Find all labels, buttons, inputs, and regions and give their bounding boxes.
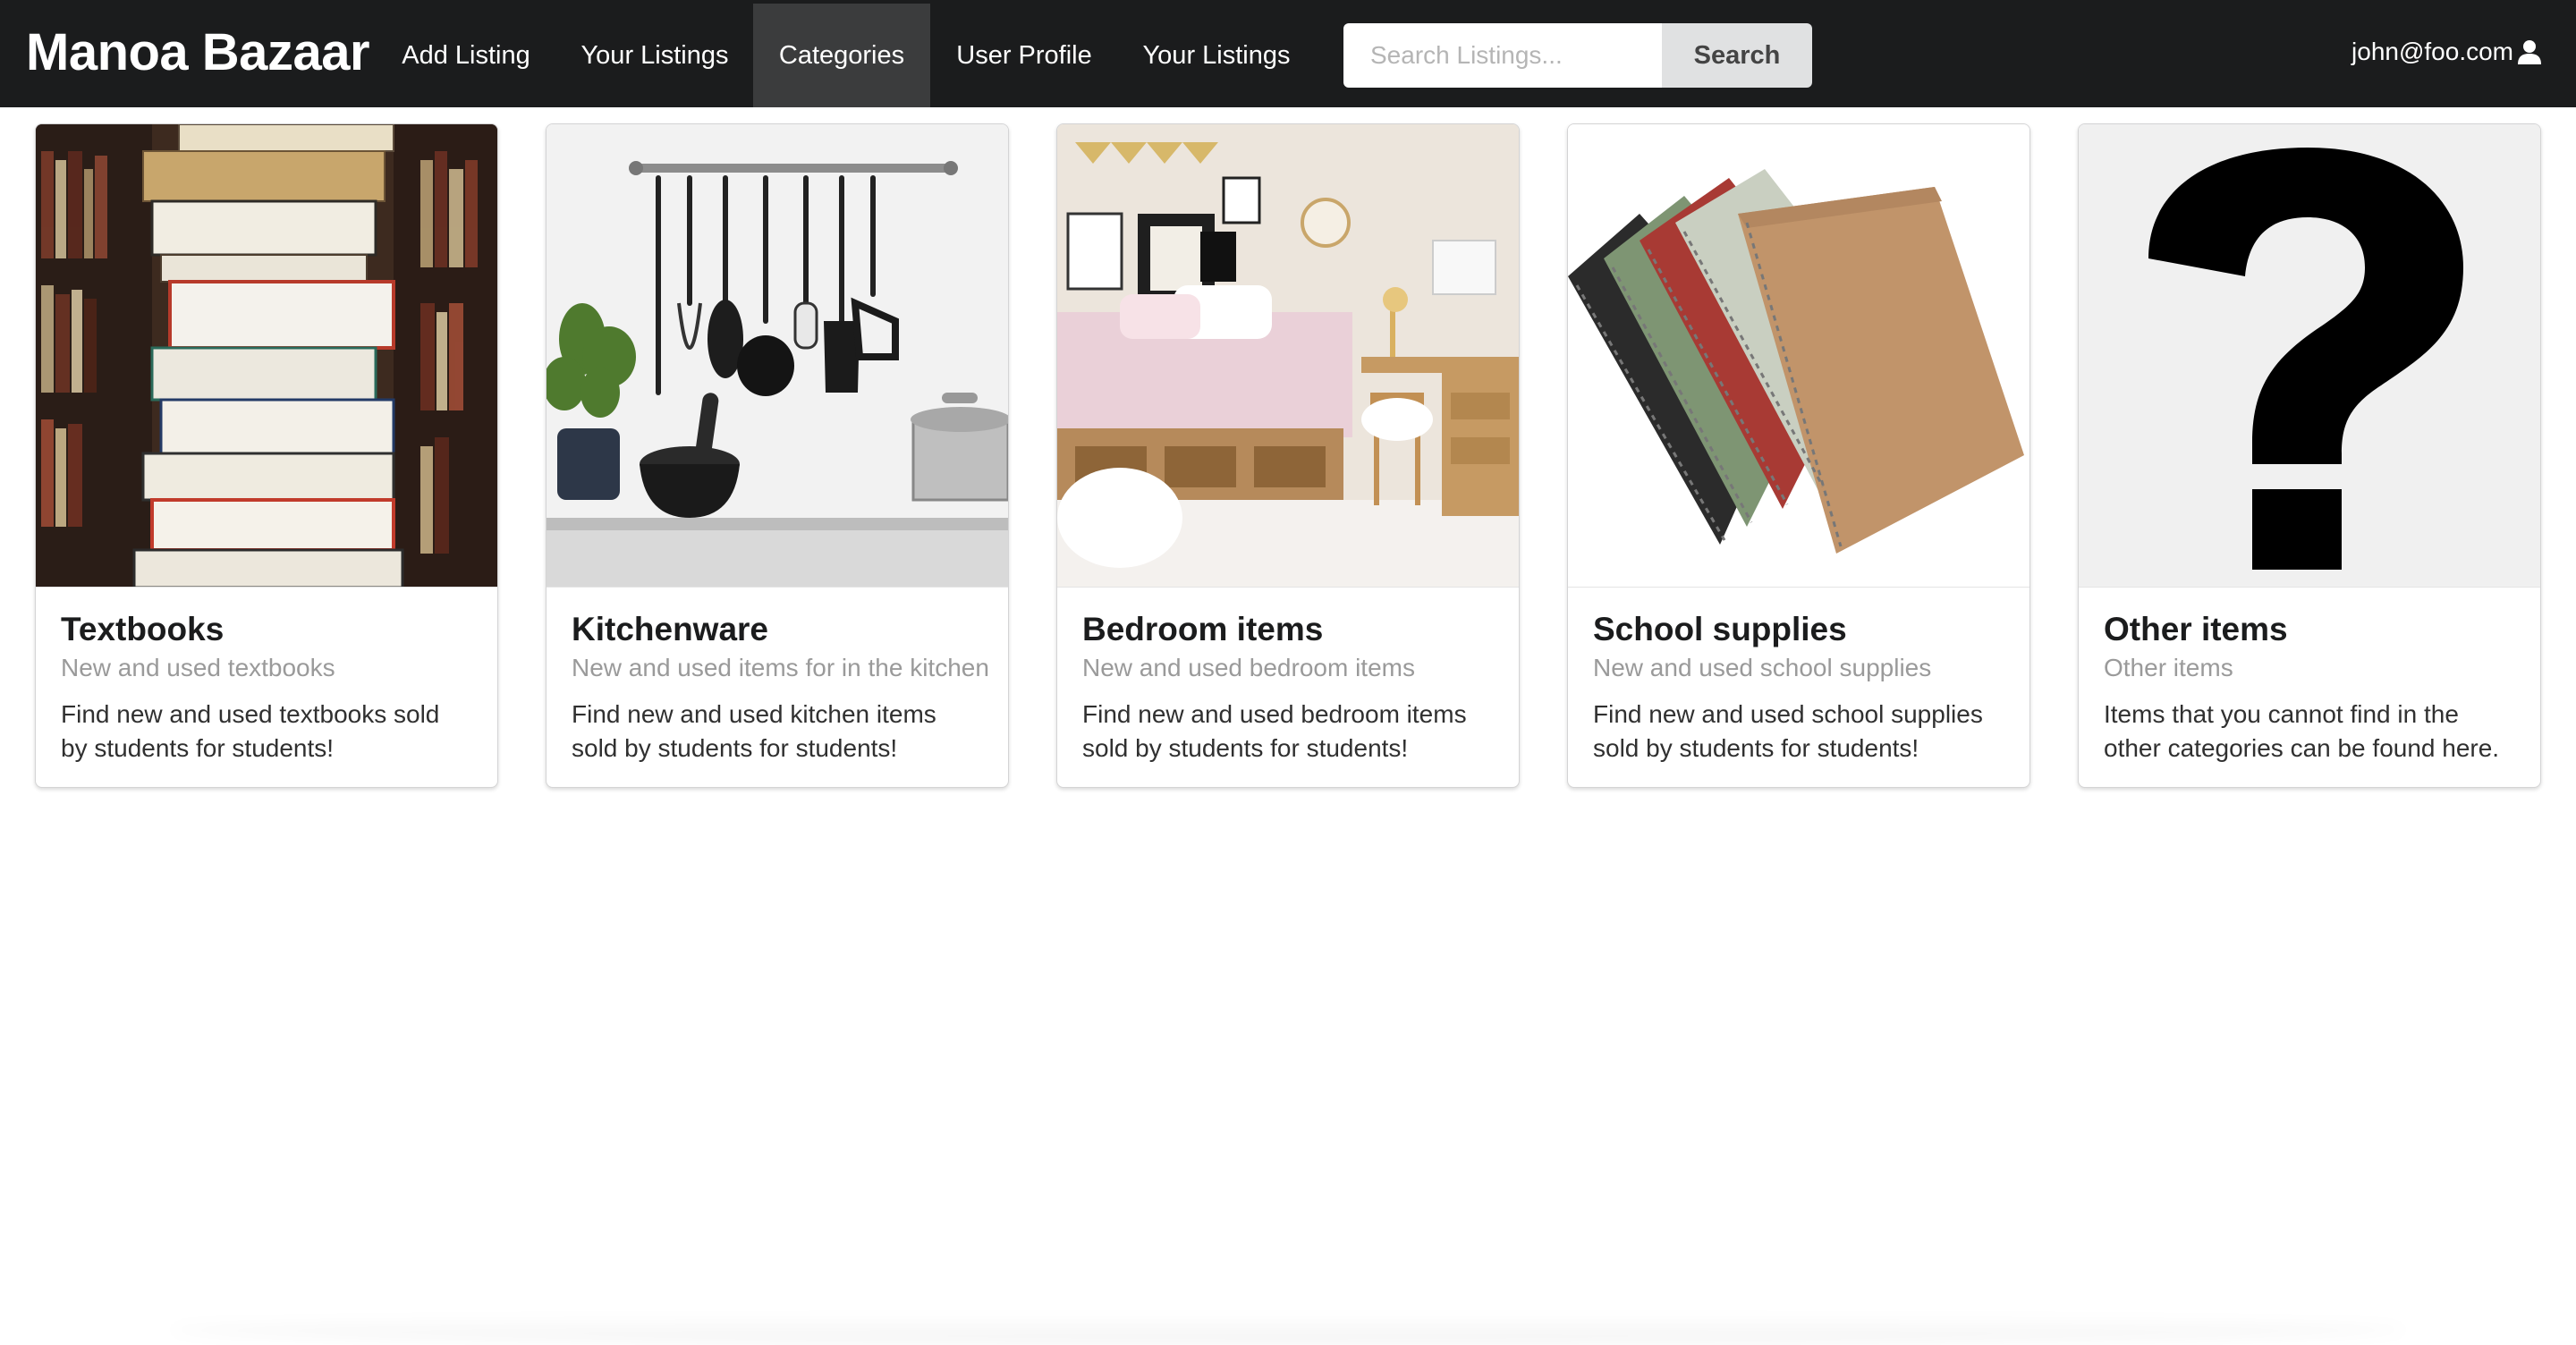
category-card-textbooks[interactable]: Textbooks New and used textbooks Find ne… xyxy=(35,123,498,788)
card-meta: New and used items for in the kitchen xyxy=(572,654,989,681)
user-menu[interactable]: john@foo.com xyxy=(2351,38,2542,66)
category-card-bedroom-items[interactable]: Bedroom items New and used bedroom items… xyxy=(1056,123,1520,788)
category-card-school-supplies[interactable]: School supplies New and used school supp… xyxy=(1567,123,2030,788)
card-title: Bedroom items xyxy=(1082,611,1324,647)
card-meta: New and used bedroom items xyxy=(1082,654,1415,681)
spiral-notebooks-image xyxy=(1568,124,2029,588)
card-title: Other items xyxy=(2104,611,2288,647)
card-meta: New and used textbooks xyxy=(61,654,335,681)
stack-of-books-image xyxy=(36,124,497,588)
card-meta: Other items xyxy=(2104,654,2233,681)
category-card-other-items[interactable]: Other items Other items Items that you c… xyxy=(2078,123,2541,788)
search-button[interactable]: Search xyxy=(1662,23,1812,88)
nav-item-user-profile[interactable]: User Profile xyxy=(930,4,1118,107)
card-description: Find new and used textbooks sold by stud… xyxy=(61,700,440,762)
card-description: Find new and used kitchen items sold by … xyxy=(572,700,936,762)
nav-item-your-listings-2[interactable]: Your Listings xyxy=(1129,4,1304,107)
card-title: Textbooks xyxy=(61,611,225,647)
question-mark-image xyxy=(2079,124,2540,588)
user-email: john@foo.com xyxy=(2351,38,2513,65)
card-description: Find new and used bedroom items sold by … xyxy=(1082,700,1467,762)
category-card-kitchenware[interactable]: Kitchenware New and used items for in th… xyxy=(546,123,1009,788)
card-meta: New and used school supplies xyxy=(1593,654,1932,681)
nav-item-add-listing[interactable]: Add Listing xyxy=(379,4,553,107)
nav-item-categories[interactable]: Categories xyxy=(753,4,930,107)
top-navbar: Manoa Bazaar Add Listing Your Listings C… xyxy=(0,0,2576,107)
card-description: Items that you cannot find in the other … xyxy=(2104,700,2500,762)
kitchen-utensils-image xyxy=(547,124,1008,588)
card-description: Find new and used school supplies sold b… xyxy=(1593,700,1983,762)
card-title: Kitchenware xyxy=(572,611,769,647)
footer-shadow xyxy=(170,1315,2406,1345)
search-bar: Search xyxy=(1343,23,1812,88)
user-icon xyxy=(2517,39,2542,64)
dorm-bedroom-image xyxy=(1057,124,1519,588)
brand-logo-text[interactable]: Manoa Bazaar xyxy=(26,21,370,84)
card-title: School supplies xyxy=(1593,611,1847,647)
search-input[interactable] xyxy=(1343,23,1662,88)
nav-item-your-listings[interactable]: Your Listings xyxy=(568,4,741,107)
